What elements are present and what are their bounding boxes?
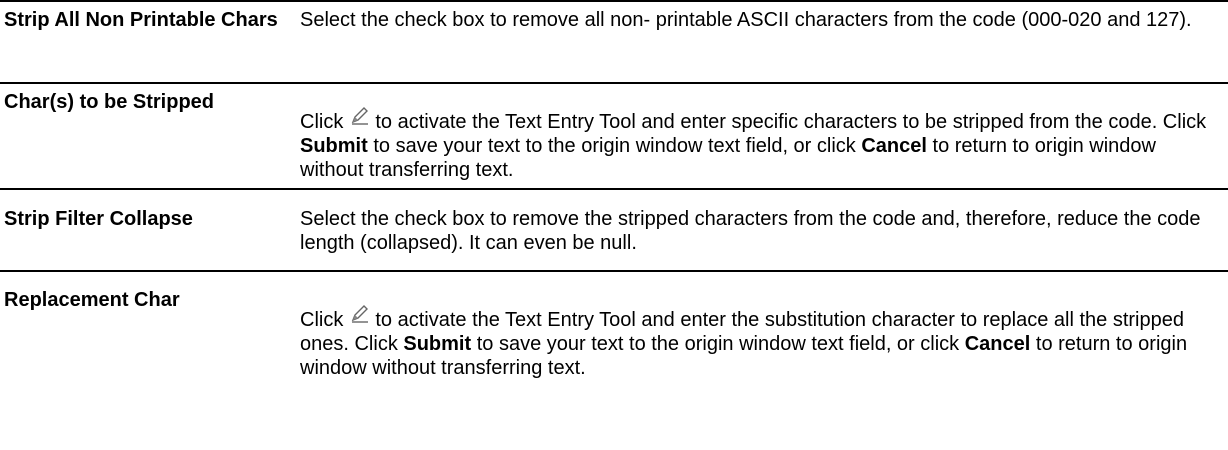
cancel-label: Cancel <box>861 135 927 157</box>
desc-text: Click <box>300 111 344 133</box>
desc-text: to activate the Text Entry Tool and ente… <box>375 111 1207 133</box>
pencil-icon <box>349 302 371 324</box>
table-row-replacement-char: Replacement Char Click to activate the Te… <box>0 270 1228 450</box>
term-description: Select the check box to remove the strip… <box>300 208 1201 254</box>
term-description: Select the check box to remove all non- … <box>300 9 1192 31</box>
table-row-strip-filter-collapse: Strip Filter Collapse Select the check b… <box>0 188 1228 270</box>
term-description: Click to activate the Text Entry Tool and… <box>300 104 1220 182</box>
pencil-icon <box>349 104 371 126</box>
term-label: Char(s) to be Stripped <box>4 91 215 113</box>
submit-label: Submit <box>300 135 368 157</box>
cancel-label: Cancel <box>964 333 1031 355</box>
desc-text: Click <box>300 309 344 331</box>
submit-label: Submit <box>403 333 472 355</box>
term-label: Strip Filter Collapse <box>4 208 193 230</box>
term-description: Click to activate the Text Entry Tool and… <box>300 302 1220 380</box>
table-row-chars-to-be-stripped: Char(s) to be Stripped Click to activate … <box>0 82 1228 188</box>
term-label: Replacement Char <box>4 289 180 311</box>
table-row-strip-all-non-printable: Strip All Non Printable Chars Select the… <box>0 2 1228 82</box>
term-label: Strip All Non Printable Chars <box>4 9 278 31</box>
desc-text: to save your text to the origin window t… <box>373 135 856 157</box>
desc-text: to save your text to the origin window t… <box>476 333 960 355</box>
